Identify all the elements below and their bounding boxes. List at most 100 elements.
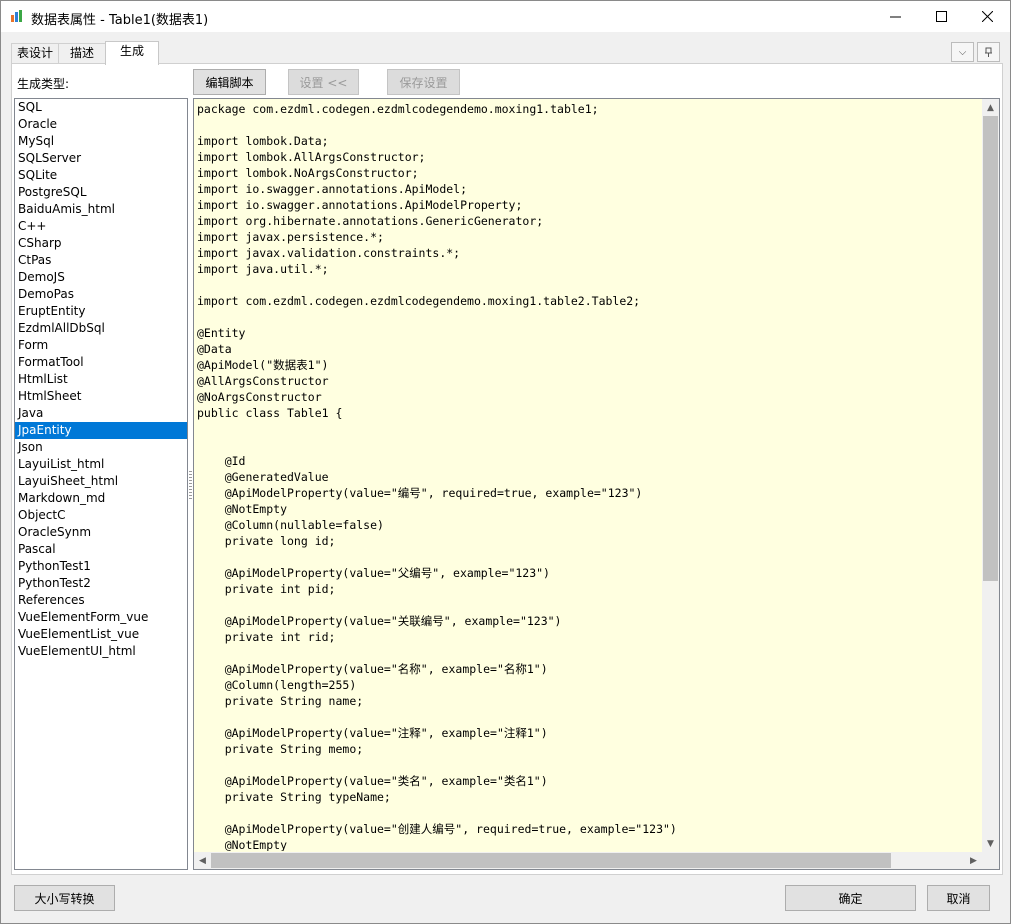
generate-type-list[interactable]: SQL Oracle MySql SQLServer SQLite PostgreSQL B… [14,98,188,870]
code-line[interactable]: import io.swagger.annotations.ApiModel; [197,181,977,197]
code-line[interactable]: @ApiModelProperty(value="关联编号", example=… [197,613,977,629]
maximize-button[interactable] [918,1,964,32]
code-line[interactable]: @NoArgsConstructor [197,389,977,405]
code-line[interactable] [197,709,977,725]
list-item[interactable]: EruptEntity [15,303,187,320]
code-line[interactable]: import javax.validation.constraints.*; [197,245,977,261]
list-item[interactable]: Oracle [15,116,187,133]
list-item[interactable]: PostgreSQL [15,184,187,201]
list-item[interactable]: SQLite [15,167,187,184]
code-line[interactable] [197,757,977,773]
code-line[interactable]: @Column(length=255) [197,677,977,693]
code-line[interactable] [197,549,977,565]
list-item[interactable]: VueElementForm_vue [15,609,187,626]
code-line[interactable] [197,421,977,437]
cancel-button[interactable]: 取消 [927,885,990,911]
scroll-left-icon[interactable]: ◀ [194,852,211,869]
ok-button[interactable]: 确定 [785,885,916,911]
code-line[interactable]: @ApiModelProperty(value="注释", example="注… [197,725,977,741]
scroll-down-icon[interactable]: ▼ [982,835,999,852]
code-line[interactable]: @Column(nullable=false) [197,517,977,533]
code-line[interactable]: package com.ezdml.codegen.ezdmlcodegende… [197,101,977,117]
minimize-button[interactable] [872,1,918,32]
vertical-scroll-thumb[interactable] [983,116,998,581]
code-line[interactable]: @ApiModel("数据表1") [197,357,977,373]
list-item[interactable]: ObjectC [15,507,187,524]
code-line[interactable]: @Data [197,341,977,357]
code-line[interactable]: @NotEmpty [197,837,977,851]
splitter-handle[interactable] [189,471,192,499]
edit-script-button[interactable]: 编辑脚本 [193,69,266,95]
list-item[interactable]: References [15,592,187,609]
list-item[interactable]: C++ [15,218,187,235]
code-line[interactable]: import lombok.Data; [197,133,977,149]
code-line[interactable]: private long id; [197,533,977,549]
code-line[interactable] [197,437,977,453]
list-item[interactable]: Json [15,439,187,456]
pin-button[interactable] [977,42,1000,62]
list-item[interactable]: PythonTest1 [15,558,187,575]
list-item[interactable]: LayuiSheet_html [15,473,187,490]
code-line[interactable]: import com.ezdml.codegen.ezdmlcodegendem… [197,293,977,309]
code-line[interactable]: @ApiModelProperty(value="类名", example="类… [197,773,977,789]
list-item[interactable]: Markdown_md [15,490,187,507]
list-item[interactable]: EzdmlAllDbSql [15,320,187,337]
code-line[interactable]: private String name; [197,693,977,709]
list-item[interactable]: SQL [15,99,187,116]
list-item[interactable]: LayuiList_html [15,456,187,473]
list-item[interactable]: HtmlSheet [15,388,187,405]
code-line[interactable]: @ApiModelProperty(value="父编号", example="… [197,565,977,581]
scroll-right-icon[interactable]: ▶ [965,852,982,869]
code-line[interactable]: @Entity [197,325,977,341]
code-line[interactable] [197,805,977,821]
vertical-scrollbar[interactable]: ▲ ▼ [982,99,999,852]
code-line[interactable]: private int rid; [197,629,977,645]
close-button[interactable] [964,1,1010,32]
code-line[interactable]: @GeneratedValue [197,469,977,485]
tab-table-design[interactable]: 表设计 [11,43,59,63]
code-editor[interactable]: package com.ezdml.codegen.ezdmlcodegende… [193,98,1000,870]
code-line[interactable]: import org.hibernate.annotations.Generic… [197,213,977,229]
list-item[interactable]: CtPas [15,252,187,269]
collapse-button[interactable]: ⌵ [951,42,974,62]
save-settings-button[interactable]: 保存设置 [387,69,460,95]
code-line[interactable]: @NotEmpty [197,501,977,517]
list-item[interactable]: FormatTool [15,354,187,371]
code-line[interactable]: import lombok.NoArgsConstructor; [197,165,977,181]
code-line[interactable]: @ApiModelProperty(value="名称", example="名… [197,661,977,677]
code-line[interactable] [197,277,977,293]
list-item[interactable]: DemoJS [15,269,187,286]
scroll-up-icon[interactable]: ▲ [982,99,999,116]
code-line[interactable]: @ApiModelProperty(value="创建人编号", require… [197,821,977,837]
code-line[interactable]: import javax.persistence.*; [197,229,977,245]
code-line[interactable]: import lombok.AllArgsConstructor; [197,149,977,165]
list-item[interactable]: PythonTest2 [15,575,187,592]
code-line[interactable]: private String memo; [197,741,977,757]
case-convert-button[interactable]: 大小写转换 [14,885,115,911]
list-item[interactable]: Pascal [15,541,187,558]
list-item[interactable]: SQLServer [15,150,187,167]
code-line[interactable] [197,309,977,325]
code-line[interactable]: import java.util.*; [197,261,977,277]
code-line[interactable] [197,645,977,661]
tab-generate[interactable]: 生成 [105,41,159,65]
list-item[interactable]: VueElementUI_html [15,643,187,660]
list-item[interactable]: Form [15,337,187,354]
list-item[interactable]: JpaEntity [15,422,187,439]
list-item[interactable]: HtmlList [15,371,187,388]
list-item[interactable]: VueElementList_vue [15,626,187,643]
horizontal-scrollbar[interactable]: ◀ ▶ [194,852,982,869]
settings-button[interactable]: 设置 << [288,69,359,95]
code-line[interactable]: private String typeName; [197,789,977,805]
list-item[interactable]: Java [15,405,187,422]
code-line[interactable] [197,597,977,613]
horizontal-scroll-thumb[interactable] [211,853,891,868]
list-item[interactable]: MySql [15,133,187,150]
code-line[interactable]: @AllArgsConstructor [197,373,977,389]
code-line[interactable]: public class Table1 { [197,405,977,421]
code-content[interactable]: package com.ezdml.codegen.ezdmlcodegende… [197,101,977,851]
code-line[interactable]: @ApiModelProperty(value="编号", required=t… [197,485,977,501]
code-line[interactable]: private int pid; [197,581,977,597]
list-item[interactable]: DemoPas [15,286,187,303]
list-item[interactable]: OracleSynm [15,524,187,541]
